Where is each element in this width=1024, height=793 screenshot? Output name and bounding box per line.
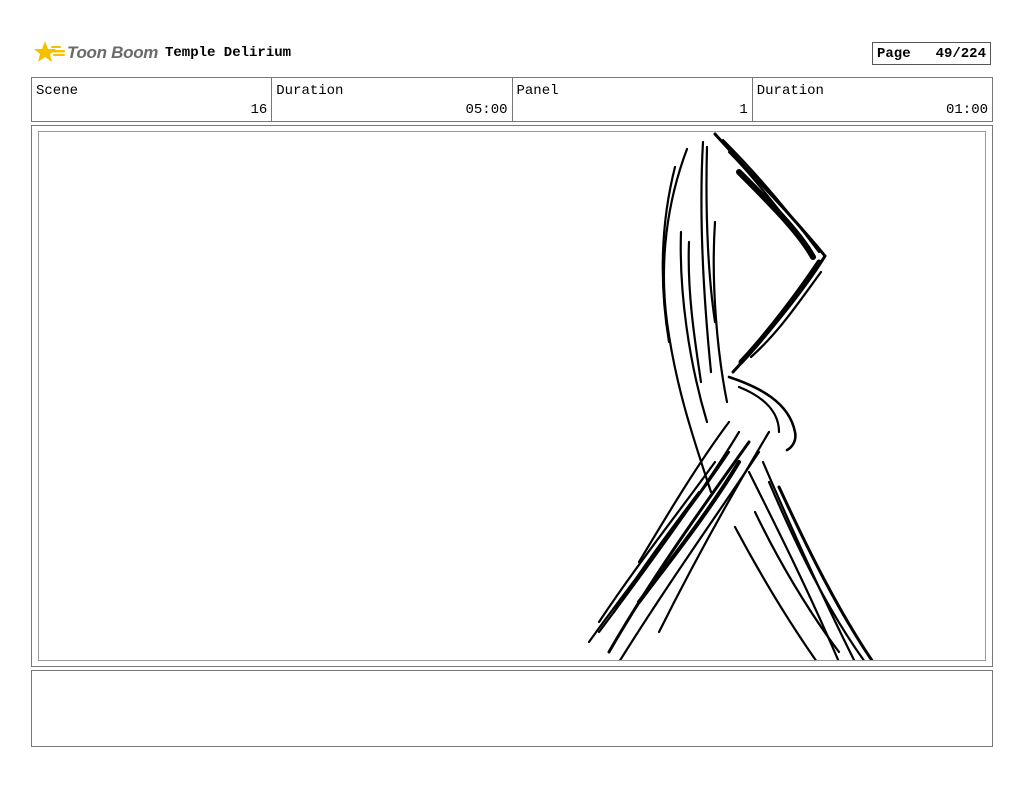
scene-label: Scene [36,83,79,99]
page-label: Page [877,45,911,62]
page-number: 49/224 [935,45,986,62]
panel-canvas[interactable] [38,131,986,661]
panel-duration-cell: Duration 01:00 [753,78,992,121]
scene-value: 16 [250,102,268,118]
panel-duration-label: Duration [756,83,824,99]
panel-label: Panel [516,83,559,99]
scene-duration-label: Duration [276,83,344,99]
panel-duration-value: 01:00 [945,102,988,118]
logo-text: Toon Boom [67,43,159,62]
panel-value: 1 [739,102,748,118]
scene-duration-value: 05:00 [465,102,508,118]
sketch-drawing [587,132,874,660]
project-title: Temple Delirium [165,45,292,61]
panel-info-row: Scene 16 Duration 05:00 Panel 1 Duration… [31,77,993,122]
page-indicator: Page 49/224 [872,42,991,65]
panel-cell: Panel 1 [513,78,753,121]
scene-cell: Scene 16 [32,78,273,121]
panel-notes-box[interactable] [31,670,993,747]
scene-duration-cell: Duration 05:00 [272,78,513,121]
panel-frame [31,125,993,667]
